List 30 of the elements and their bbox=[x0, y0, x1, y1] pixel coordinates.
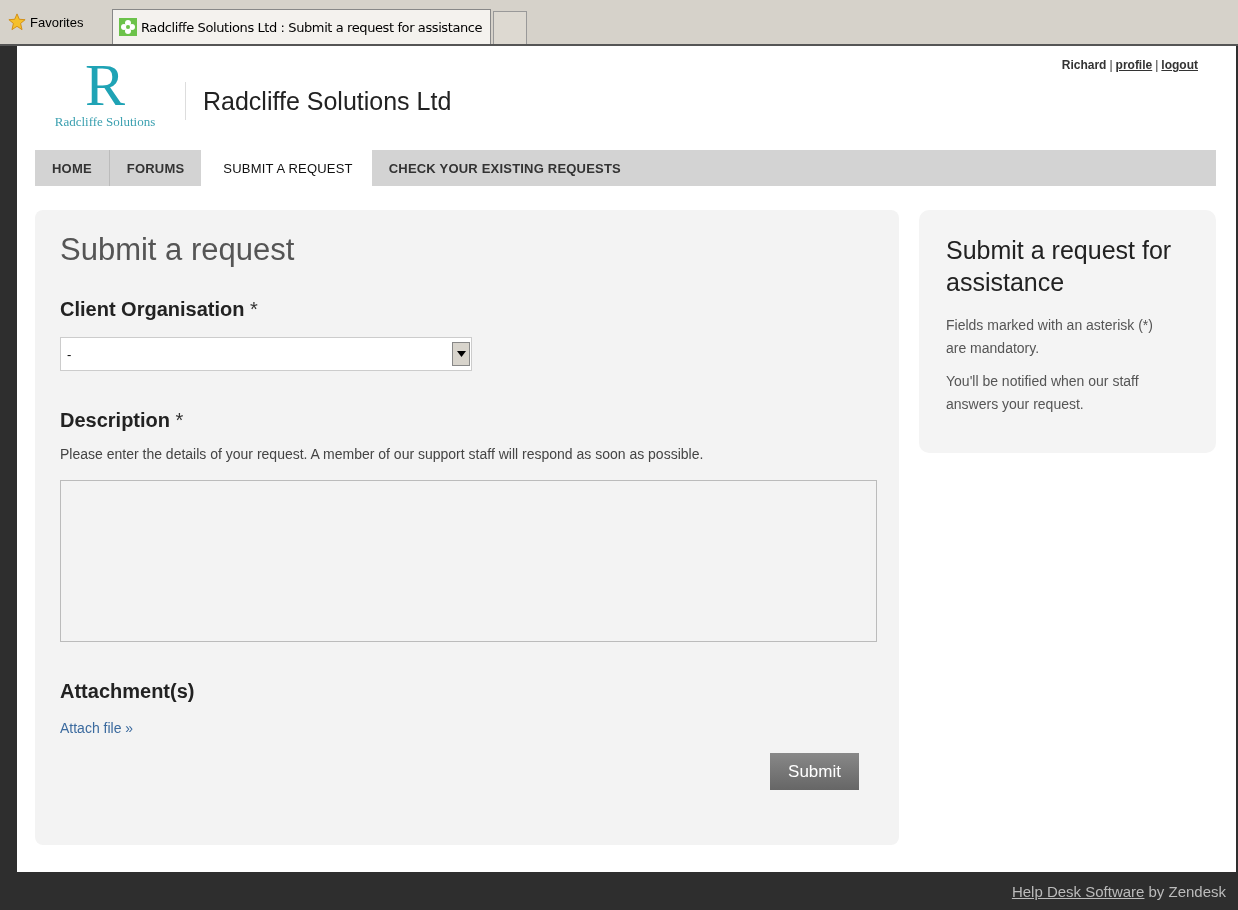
star-icon bbox=[8, 13, 26, 31]
field-label: Attachment(s) bbox=[60, 680, 196, 703]
footer-link[interactable]: Help Desk Software bbox=[1011, 882, 1145, 900]
sidebar-text: Fields marked with an asterisk (*) are mandatory. bbox=[946, 316, 1154, 358]
nav-tab[interactable]: CHECK YOUR EXISTING REQUESTS bbox=[371, 150, 638, 186]
attach-file-link[interactable]: Attach file » bbox=[60, 720, 134, 736]
sidebar-text: You'll be notified when our staff answers your request. bbox=[946, 372, 1140, 414]
logo-letter: R bbox=[85, 56, 125, 114]
site-title: Radcliffe Solutions Ltd bbox=[185, 82, 452, 120]
user-name: Richard bbox=[1061, 58, 1107, 72]
user-link[interactable]: logout bbox=[1161, 58, 1198, 72]
footer-text: by Zendesk bbox=[1148, 882, 1226, 900]
flower-icon bbox=[119, 18, 137, 36]
form-title: Submit a request bbox=[60, 232, 296, 268]
logo-text: Radcliffe Solutions bbox=[54, 114, 156, 130]
organisation-dropdown[interactable]: - bbox=[60, 337, 472, 371]
description-field[interactable] bbox=[60, 480, 877, 642]
browser-tab[interactable]: Radcliffe Solutions Ltd : Submit a request for assistance bbox=[112, 9, 492, 44]
separator: | bbox=[1155, 58, 1159, 72]
field-label: Client Organisation* bbox=[60, 298, 259, 321]
new-tab-button[interactable] bbox=[493, 11, 528, 44]
nav-tab[interactable]: HOME bbox=[35, 150, 109, 186]
submit-button[interactable]: Submit bbox=[770, 753, 859, 790]
favorites-button[interactable]: Favorites bbox=[8, 4, 112, 40]
field-hint: Please enter the details of your request. A member of our support staff will respond as soon as possible. bbox=[60, 446, 705, 462]
field-label: Description* bbox=[60, 409, 185, 432]
user-link[interactable]: profile bbox=[1115, 58, 1153, 72]
nav-tab[interactable]: SUBMIT A REQUEST bbox=[201, 150, 372, 186]
separator: | bbox=[1109, 58, 1113, 72]
sidebar-title: Submit a request for assistance bbox=[946, 235, 1173, 298]
